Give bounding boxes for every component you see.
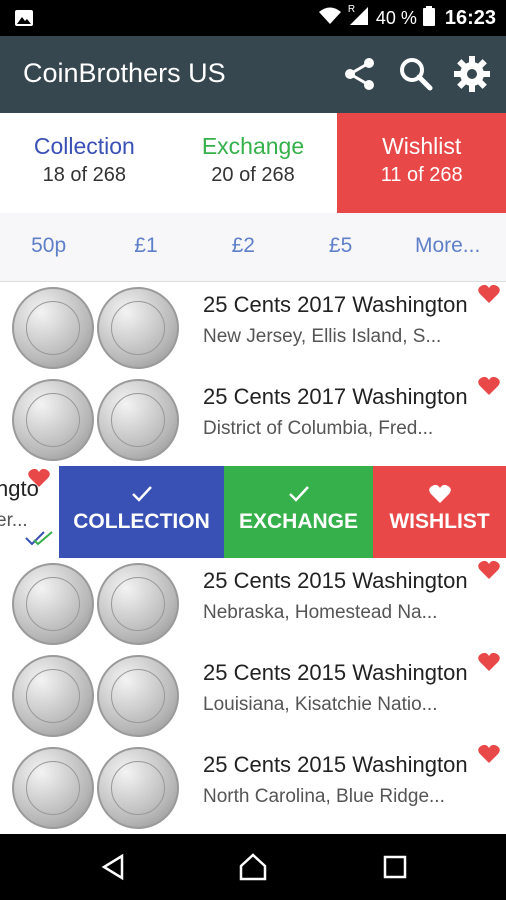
list-item-subtitle: New Jersey, Ellis Island, S... (203, 326, 442, 347)
coin-reverse-image (97, 379, 179, 461)
list-item[interactable]: 25 Cents 2015 Washington Nebraska, Homes… (0, 558, 506, 651)
collection-counter[interactable]: Collection 18 of 268 (0, 113, 169, 213)
check-icon (287, 484, 311, 504)
wishlist-counter-label: Wishlist (382, 133, 462, 159)
check-icon (130, 484, 154, 504)
exchange-counter-label: Exchange (201, 133, 305, 159)
battery-icon (422, 5, 435, 31)
swiped-list-item[interactable]: ngto er... COLLECTION EXCHANGE WISHLIST (0, 466, 506, 558)
coin-obverse-image (12, 287, 94, 369)
recents-icon[interactable] (380, 852, 410, 882)
gear-icon[interactable] (452, 54, 492, 94)
status-bar: R 40 % 16:23 (0, 0, 506, 36)
heart-icon (478, 744, 500, 764)
exchange-counter[interactable]: Exchange 20 of 268 (169, 113, 338, 213)
wishlist-counter[interactable]: Wishlist 11 of 268 (337, 113, 506, 213)
list-item-subtitle: North Carolina, Blue Ridge... (203, 786, 445, 807)
heart-icon (478, 376, 500, 396)
add-to-wishlist-button[interactable]: WISHLIST (373, 466, 506, 558)
battery-percent: 40 % (375, 7, 417, 28)
add-to-collection-button[interactable]: COLLECTION (59, 466, 224, 558)
list-item[interactable]: 25 Cents 2015 Washington Louisiana, Kisa… (0, 650, 506, 743)
wishlist-counter-count: 11 of 268 (380, 164, 463, 186)
app-title: CoinBrothers US (23, 58, 226, 88)
roaming-indicator: R (347, 3, 356, 15)
list-item[interactable]: 25 Cents 2017 Washington New Jersey, Ell… (0, 282, 506, 375)
swiped-item-content: ngto er... (0, 466, 59, 558)
list-item[interactable]: 25 Cents 2015 Washington North Carolina,… (0, 742, 506, 834)
wishlist-action-label: WISHLIST (389, 510, 490, 533)
list-item[interactable]: 25 Cents 2017 Washington District of Col… (0, 374, 506, 467)
tab-1-pound[interactable]: £1 (97, 213, 194, 281)
list-item-title: 25 Cents 2017 Washington (203, 384, 468, 409)
heart-icon (428, 484, 452, 504)
heart-icon (478, 284, 500, 304)
tab-5-pound[interactable]: £5 (292, 213, 389, 281)
list-item-subtitle: Louisiana, Kisatchie Natio... (203, 694, 438, 715)
collection-action-label: COLLECTION (73, 510, 210, 533)
denomination-tabs: 50p £1 £2 £5 More... (0, 213, 506, 282)
exchange-action-label: EXCHANGE (238, 510, 359, 533)
collection-counter-label: Collection (33, 133, 135, 159)
signal-icon: R (347, 3, 370, 31)
list-item-title: 25 Cents 2015 Washington (203, 752, 468, 777)
list-item-subtitle: Nebraska, Homestead Na... (203, 602, 438, 623)
app-bar: CoinBrothers US (0, 36, 506, 113)
coin-obverse-image (12, 563, 94, 645)
tab-2-pound[interactable]: £2 (195, 213, 292, 281)
wifi-icon (318, 7, 342, 30)
image-notification-icon (14, 9, 34, 27)
list-item-title: 25 Cents 2017 Washington (203, 292, 468, 317)
coin-obverse-image (12, 655, 94, 737)
search-icon[interactable] (396, 54, 436, 94)
list-item-subtitle: District of Columbia, Fred... (203, 418, 434, 439)
list-item-title: 25 Cents 2015 Washington (203, 660, 468, 685)
collection-counters: Collection 18 of 268 Exchange 20 of 268 … (0, 113, 506, 214)
back-icon[interactable] (98, 852, 128, 882)
coin-obverse-image (12, 379, 94, 461)
exchange-counter-count: 20 of 268 (211, 164, 295, 186)
heart-icon (478, 652, 500, 672)
home-icon[interactable] (238, 852, 268, 882)
coin-reverse-image (97, 563, 179, 645)
tab-50p[interactable]: 50p (0, 213, 97, 281)
coin-reverse-image (97, 747, 179, 829)
heart-icon (28, 468, 50, 488)
collection-counter-count: 18 of 268 (42, 164, 127, 186)
clock: 16:23 (444, 6, 496, 29)
coin-reverse-image (97, 287, 179, 369)
tab-more[interactable]: More... (389, 213, 506, 281)
heart-icon (478, 560, 500, 580)
share-icon[interactable] (340, 54, 380, 94)
coin-reverse-image (97, 655, 179, 737)
coin-obverse-image (12, 747, 94, 829)
list-item-title: 25 Cents 2015 Washington (203, 568, 468, 593)
coin-list: 25 Cents 2017 Washington New Jersey, Ell… (0, 282, 506, 834)
system-navigation-bar (0, 834, 506, 900)
double-check-icon (24, 528, 56, 548)
add-to-exchange-button[interactable]: EXCHANGE (224, 466, 373, 558)
